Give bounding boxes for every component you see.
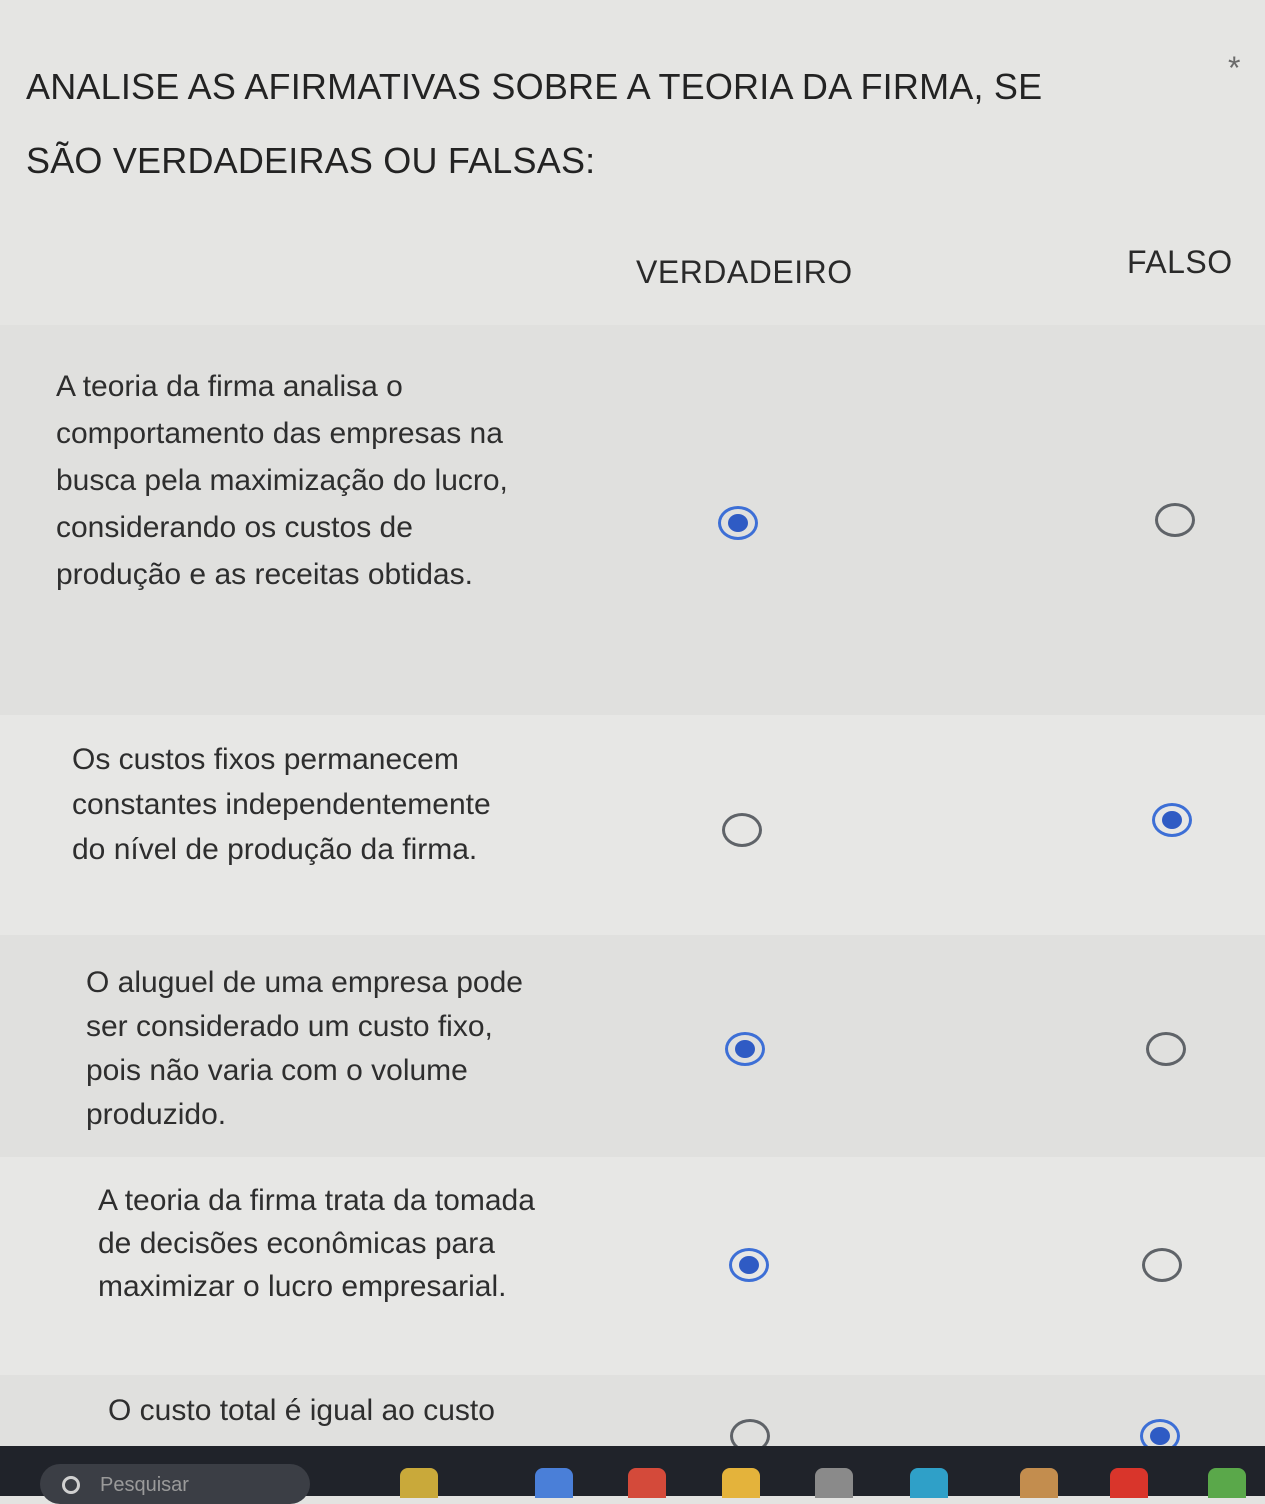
radio-falso-row-4[interactable]	[1142, 1248, 1182, 1282]
grid-row: A teoria da firma analisa o comportament…	[0, 325, 1265, 715]
radio-falso-row-3[interactable]	[1146, 1032, 1186, 1066]
radio-verdadeiro-row-2[interactable]	[722, 813, 762, 847]
grid-row: Os custos fixos permanecem constantes in…	[0, 715, 1265, 935]
grid-row: O custo total é igual ao custo	[0, 1375, 1265, 1453]
taskbar: Pesquisar	[0, 1446, 1265, 1504]
row-label: O custo total é igual ao custo	[108, 1394, 495, 1427]
game-icon[interactable]	[1208, 1468, 1246, 1498]
radio-verdadeiro-row-3[interactable]	[725, 1032, 765, 1066]
radio-falso-row-2[interactable]	[1152, 803, 1192, 837]
column-header-verdadeiro: VERDADEIRO	[636, 254, 853, 290]
app-icon[interactable]	[815, 1468, 853, 1498]
radio-verdadeiro-row-1[interactable]	[718, 506, 758, 540]
radio-falso-row-1[interactable]	[1155, 503, 1195, 537]
column-header-falso: FALSO	[1127, 244, 1233, 280]
row-label: A teoria da firma trata da tomada de dec…	[98, 1184, 535, 1303]
file-explorer-icon[interactable]	[722, 1468, 760, 1498]
search-icon	[62, 1476, 80, 1494]
chrome-icon[interactable]	[628, 1468, 666, 1498]
edge-icon[interactable]	[910, 1468, 948, 1498]
search-placeholder: Pesquisar	[100, 1474, 189, 1496]
grid-row: O aluguel de uma empresa pode ser consid…	[0, 935, 1265, 1157]
copilot-icon[interactable]	[535, 1468, 573, 1498]
row-label: Os custos fixos permanecem constantes in…	[72, 743, 491, 866]
youtube-icon[interactable]	[1110, 1468, 1148, 1498]
question-title: ANALISE AS AFIRMATIVAS SOBRE A TEORIA DA…	[26, 66, 1043, 181]
profile-icon[interactable]	[1020, 1468, 1058, 1498]
taskbar-search-box[interactable]: Pesquisar	[40, 1464, 310, 1504]
row-label: A teoria da firma analisa o comportament…	[56, 370, 508, 591]
row-label: O aluguel de uma empresa pode ser consid…	[86, 966, 523, 1131]
question-card: ANALISE AS AFIRMATIVAS SOBRE A TEORIA DA…	[0, 0, 1265, 1453]
grid-row: A teoria da firma trata da tomada de dec…	[0, 1157, 1265, 1375]
radio-verdadeiro-row-4[interactable]	[729, 1248, 769, 1282]
widgets-icon[interactable]	[400, 1468, 438, 1498]
required-marker: *	[1228, 50, 1241, 86]
